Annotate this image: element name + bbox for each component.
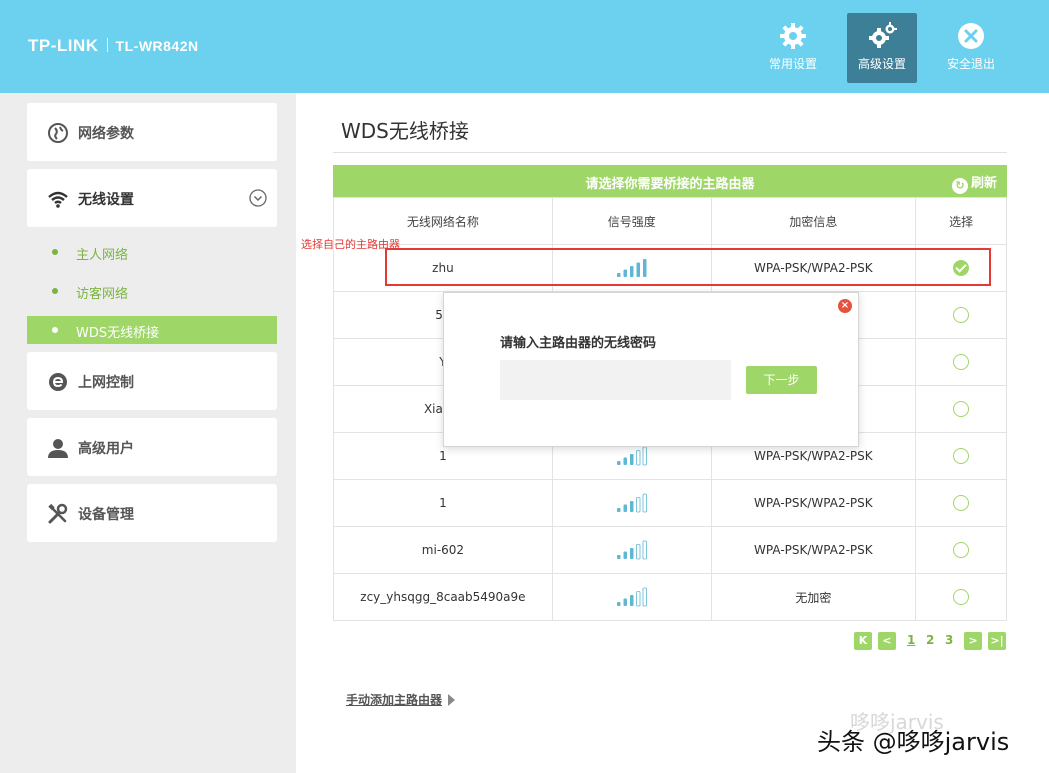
- sidebar-item-label: 网络参数: [78, 126, 134, 142]
- select-cell: [915, 573, 1007, 621]
- gear-icon: [780, 23, 806, 49]
- sidebar-item-internet-control[interactable]: 上网控制: [27, 352, 277, 410]
- subitem-label: 主人网络: [76, 248, 129, 263]
- sidebar-subitem-guest-network[interactable]: 访客网络: [27, 277, 277, 305]
- brand-name: TP-LINK: [28, 36, 99, 55]
- column-header-signal: 信号强度: [551, 197, 712, 245]
- sidebar-item-label: 设备管理: [78, 507, 134, 523]
- radio-button[interactable]: [953, 401, 970, 417]
- signal-cell: [551, 573, 712, 621]
- table-banner: 请选择你需要桥接的主路由器 ↻ 刷新: [333, 165, 1007, 197]
- ssid-cell: mi-602: [333, 526, 553, 574]
- wifi-icon: [48, 191, 68, 208]
- brand-logo: TP-LINK TL-WR842N: [28, 36, 199, 56]
- annotation-highlight-box: [385, 248, 991, 286]
- radio-button[interactable]: [953, 542, 970, 558]
- sidebar-item-label: 上网控制: [78, 375, 134, 391]
- nav-logout[interactable]: 安全退出: [936, 13, 1006, 83]
- top-header: TP-LINK TL-WR842N 常用设置 高级设置 安全退出: [0, 0, 1049, 93]
- watermark-text: 头条 @哆哆jarvis: [817, 728, 1010, 756]
- ssid-cell: zcy_yhsqgg_8caab5490a9e: [333, 573, 553, 621]
- radio-button[interactable]: [953, 495, 970, 511]
- password-dialog: × 请输入主路由器的无线密码 下一步: [443, 292, 859, 447]
- arrow-right-icon: [448, 694, 455, 706]
- encryption-cell: 无加密: [710, 573, 917, 621]
- pager-last-button[interactable]: >|: [988, 632, 1006, 650]
- pager-page-2[interactable]: 2: [926, 633, 934, 647]
- close-icon[interactable]: ×: [838, 299, 852, 313]
- model-name: TL-WR842N: [115, 38, 199, 54]
- radio-button[interactable]: [953, 354, 970, 370]
- table-row[interactable]: zcy_yhsqgg_8caab5490a9e 无加密: [333, 573, 1007, 621]
- chevron-down-icon[interactable]: [249, 189, 267, 207]
- select-cell: [915, 385, 1007, 433]
- radio-button[interactable]: [953, 448, 970, 464]
- sidebar-subitem-host-network[interactable]: 主人网络: [27, 238, 277, 266]
- select-cell: [915, 479, 1007, 527]
- next-button[interactable]: 下一步: [746, 366, 817, 394]
- radio-button[interactable]: [953, 307, 970, 323]
- select-cell: [915, 338, 1007, 386]
- select-cell: [915, 291, 1007, 339]
- column-header-encryption: 加密信息: [710, 197, 917, 245]
- user-icon: [48, 439, 68, 458]
- encryption-cell: WPA-PSK/WPA2-PSK: [710, 526, 917, 574]
- radio-button[interactable]: [953, 589, 970, 605]
- table-row[interactable]: mi-602 WPA-PSK/WPA2-PSK: [333, 526, 1007, 574]
- nav-label: 高级设置: [857, 57, 906, 71]
- sidebar-item-device-management[interactable]: 设备管理: [27, 484, 277, 542]
- sidebar-item-advanced-user[interactable]: 高级用户: [27, 418, 277, 476]
- refresh-label: 刷新: [970, 176, 997, 191]
- nav-common-settings[interactable]: 常用设置: [758, 13, 828, 83]
- tools-icon: [48, 503, 68, 524]
- sidebar-item-network[interactable]: 网络参数: [27, 103, 277, 161]
- pager-page-1[interactable]: 1: [907, 633, 915, 647]
- encryption-cell: WPA-PSK/WPA2-PSK: [710, 479, 917, 527]
- sidebar-item-label: 无线设置: [78, 192, 134, 208]
- title-divider: [333, 152, 1007, 153]
- nav-advanced-settings[interactable]: 高级设置: [847, 13, 917, 83]
- sidebar-item-wireless[interactable]: 无线设置: [27, 169, 277, 227]
- sidebar-subitem-wds-bridge[interactable]: WDS无线桥接: [27, 316, 277, 344]
- refresh-button[interactable]: ↻ 刷新: [951, 172, 997, 194]
- dialog-title: 请输入主路由器的无线密码: [500, 336, 657, 351]
- logo-divider: [106, 38, 108, 52]
- globe-icon: [48, 123, 68, 143]
- subitem-label: WDS无线桥接: [76, 326, 160, 341]
- signal-strength-icon: [616, 540, 647, 560]
- signal-cell: [551, 479, 712, 527]
- select-cell: [915, 432, 1007, 480]
- gears-icon: [869, 22, 897, 48]
- nav-label: 安全退出: [946, 57, 995, 71]
- sidebar-item-label: 高级用户: [78, 441, 134, 457]
- page-title: WDS无线桥接: [341, 119, 469, 143]
- ie-icon: [49, 373, 67, 391]
- password-input[interactable]: [500, 360, 731, 400]
- bullet-dot: [52, 288, 58, 294]
- pager-first-button[interactable]: K: [854, 632, 872, 650]
- signal-strength-icon: [616, 587, 647, 607]
- table-row[interactable]: 1 WPA-PSK/WPA2-PSK: [333, 479, 1007, 527]
- signal-cell: [551, 526, 712, 574]
- banner-text: 请选择你需要桥接的主路由器: [585, 177, 755, 192]
- manual-add-link[interactable]: 手动添加主路由器: [346, 691, 442, 708]
- column-header-select: 选择: [915, 197, 1007, 245]
- bullet-dot: [52, 249, 58, 255]
- signal-strength-icon: [616, 446, 647, 466]
- ssid-cell: 1: [333, 479, 553, 527]
- pager-prev-button[interactable]: <: [878, 632, 896, 650]
- table-header-row: 无线网络名称 信号强度 加密信息 选择: [333, 197, 1007, 245]
- pager-next-button[interactable]: >: [964, 632, 982, 650]
- select-cell: [915, 526, 1007, 574]
- nav-label: 常用设置: [768, 57, 817, 71]
- refresh-icon: ↻: [951, 178, 968, 194]
- pager-page-3[interactable]: 3: [945, 633, 953, 647]
- signal-strength-icon: [616, 493, 647, 513]
- close-circle-icon: [958, 23, 984, 49]
- subitem-label: 访客网络: [76, 287, 129, 302]
- bullet-dot: [52, 327, 58, 333]
